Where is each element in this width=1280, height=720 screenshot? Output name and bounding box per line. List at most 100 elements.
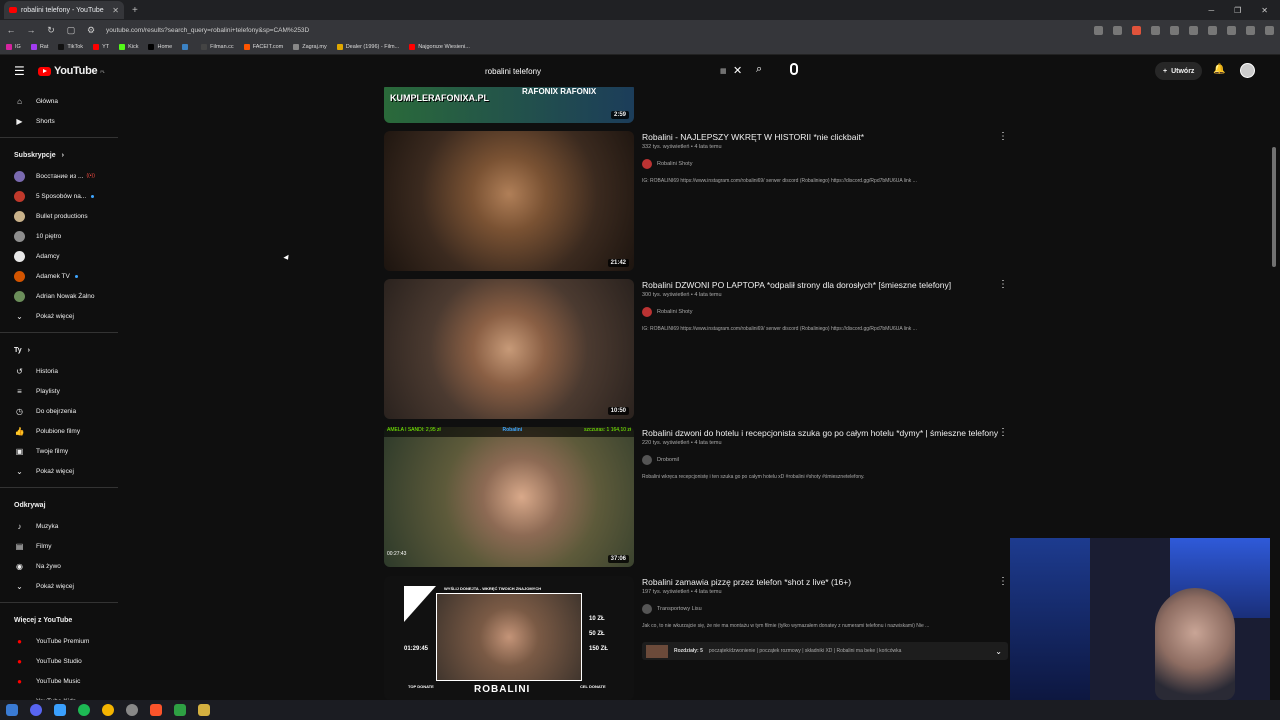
sidebar-subscription[interactable]: Bullet productions [0,206,120,226]
youtube-logo[interactable]: YouTube PL [38,65,105,77]
app-icon[interactable] [198,704,210,716]
video-thumbnail[interactable]: 21:42 [384,131,634,271]
video-title[interactable]: Robalini dzwoni do hotelu i recepcjonist… [642,427,1002,439]
sidebar-item-playlists[interactable]: ≡ Playlisty [0,381,120,401]
bookmark[interactable]: Rat [30,44,48,50]
sidebar-subscription[interactable]: Adamek TV [0,266,120,286]
video-result[interactable]: 21:42 Robalini - NAJLEPSZY WKRĘT W HISTO… [384,131,1014,271]
extension-icon[interactable] [1227,25,1236,35]
bookmark[interactable]: FACEIT.com [243,44,283,50]
video-result[interactable]: AMELA I SANDI: 2,95 zł Robalini szczuras… [384,427,1014,567]
more-options-icon[interactable]: ⋮ [998,279,1008,290]
sidebar-item-youtube-studio[interactable]: ● YouTube Studio [0,651,120,671]
create-button[interactable]: + Utwórz [1155,62,1203,80]
sidebar-item-watch-later[interactable]: ◷ Do obejrzenia [0,401,120,421]
hamburger-menu-icon[interactable]: ☰ [14,64,26,78]
bookmark[interactable]: Najgorsze Wiesieni... [409,44,470,50]
sidebar-item-history[interactable]: ↺ Historia [0,361,120,381]
sidebar-item-shorts[interactable]: ▶ Shorts [0,111,120,131]
extension-icon[interactable] [1151,25,1160,35]
bookmark[interactable]: Filman.cc [201,44,234,50]
scrollbar-thumb[interactable] [1272,147,1276,267]
more-options-icon[interactable]: ⋮ [998,576,1008,587]
channel-link[interactable]: Drobomil [642,455,1002,465]
extension-icon[interactable] [1189,25,1198,35]
bookmark[interactable] [182,44,191,50]
sidebar-item-music[interactable]: ♪ Muzyka [0,516,120,536]
url-field[interactable]: youtube.com/results?search_query=robalin… [106,27,1084,34]
app-icon[interactable] [54,704,66,716]
bookmark[interactable]: Kick [119,44,138,50]
video-thumbnail[interactable]: KUMPLERAFONIXA.PL RAFONIX RAFONIX 2:59 [384,87,634,123]
video-title[interactable]: Robalini zamawia pizzę przez telefon *sh… [642,576,1002,588]
bookmark[interactable]: Zagraj.my [293,44,327,50]
forward-icon[interactable]: → [26,25,36,35]
share-icon[interactable] [1113,25,1122,35]
bookmark[interactable]: Dealer (1996) - Film... [336,44,399,50]
spotify-icon[interactable] [78,704,90,716]
show-more-subscriptions[interactable]: ⌄ Pokaż więcej [0,306,120,326]
reload-icon[interactable]: ↻ [46,25,56,36]
browser-menu-icon[interactable] [1265,25,1274,35]
show-more-explore[interactable]: ⌄ Pokaż więcej [0,576,120,596]
show-more-you[interactable]: ⌄ Pokaż więcej [0,461,120,481]
more-options-icon[interactable]: ⋮ [998,427,1008,438]
sidebar-subscription[interactable]: Adamcy [0,246,120,266]
minimize-icon[interactable]: ─ [1208,6,1214,15]
close-window-icon[interactable]: ✕ [1261,6,1268,15]
obs-icon[interactable] [126,704,138,716]
bookmark-page-icon[interactable]: ▢ [66,25,76,36]
sidebar-item-home[interactable]: ⌂ Główna [0,91,120,111]
notifications-bell-icon[interactable]: 🔔 [1213,64,1225,75]
bookmark[interactable]: IG [6,44,21,50]
start-icon[interactable] [6,704,18,716]
close-tab-icon[interactable]: ✕ [112,6,119,15]
video-thumbnail[interactable]: 10:50 [384,279,634,419]
search-icon[interactable]: ⌕ [756,63,762,76]
extension-icon[interactable] [1094,25,1103,35]
extension-icon[interactable] [1246,25,1255,35]
app-icon[interactable] [174,704,186,716]
back-icon[interactable]: ← [6,25,16,35]
channel-link[interactable]: Transportowy Lisu [642,604,1002,614]
sidebar-item-live[interactable]: ◉ Na żywo [0,556,120,576]
sidebar-subscription[interactable]: Восстание из ... ((•)) [0,166,120,186]
video-result[interactable]: WYŚLIJ DONEJTA - WKRĘĆ TWOICH ZNAJOMYCH … [384,576,1014,700]
clear-search-icon[interactable]: ✕ [733,64,742,77]
sidebar-subscription[interactable]: Adrian Nowak Żalno [0,286,120,306]
video-thumbnail[interactable]: AMELA I SANDI: 2,95 zł Robalini szczuras… [384,427,634,567]
brave-shield-icon[interactable] [1132,25,1141,35]
scrollbar[interactable] [1270,87,1278,700]
sidebar-subscription[interactable]: 10 piętro [0,226,120,246]
more-options-icon[interactable]: ⋮ [998,131,1008,142]
subscriptions-header[interactable]: Subskrypcje › [0,144,120,166]
sidebar-item-liked[interactable]: 👍 Polubione filmy [0,421,120,441]
channel-link[interactable]: Robalini Shoty [642,307,1002,317]
brave-icon[interactable] [150,704,162,716]
discord-icon[interactable] [30,704,42,716]
bookmark[interactable]: Home [148,44,172,50]
chrome-icon[interactable] [102,704,114,716]
sidebar-item-youtube-music[interactable]: ● YouTube Music [0,671,120,691]
search-input[interactable]: robalini telefony [485,67,541,76]
channel-link[interactable]: Robalini Shoty [642,159,1002,169]
chapters-bar[interactable]: Rozdziały: 5 początek/dzwonienie | począ… [642,642,1008,660]
keyboard-icon[interactable]: ▦ [720,67,727,75]
search-box[interactable]: robalini telefony ▦ ✕ ⌕ [475,60,775,82]
microphone-icon[interactable] [790,63,798,75]
new-tab-icon[interactable]: + [132,5,138,16]
you-header[interactable]: Ty › [0,339,120,361]
sidebar-item-your-videos[interactable]: ▣ Twoje filmy [0,441,120,461]
extension-icon[interactable] [1170,25,1179,35]
browser-tab[interactable]: robalini telefony - YouTube ✕ [4,1,124,19]
download-icon[interactable] [1208,25,1217,35]
chevron-down-icon[interactable]: ⌄ [995,647,1002,656]
video-result-partial[interactable]: KUMPLERAFONIXA.PL RAFONIX RAFONIX 2:59 [384,87,1014,123]
sidebar-subscription[interactable]: 5 Sposobów na... [0,186,120,206]
bookmark[interactable]: TikTok [58,44,83,50]
bookmark[interactable]: YT [93,44,109,50]
sidebar-item-films[interactable]: ▤ Filmy [0,536,120,556]
video-thumbnail[interactable]: WYŚLIJ DONEJTA - WKRĘĆ TWOICH ZNAJOMYCH … [384,576,634,700]
video-title[interactable]: Robalini - NAJLEPSZY WKRĘT W HISTORII *n… [642,131,1002,143]
sidebar-item-youtube-premium[interactable]: ● YouTube Premium [0,631,120,651]
